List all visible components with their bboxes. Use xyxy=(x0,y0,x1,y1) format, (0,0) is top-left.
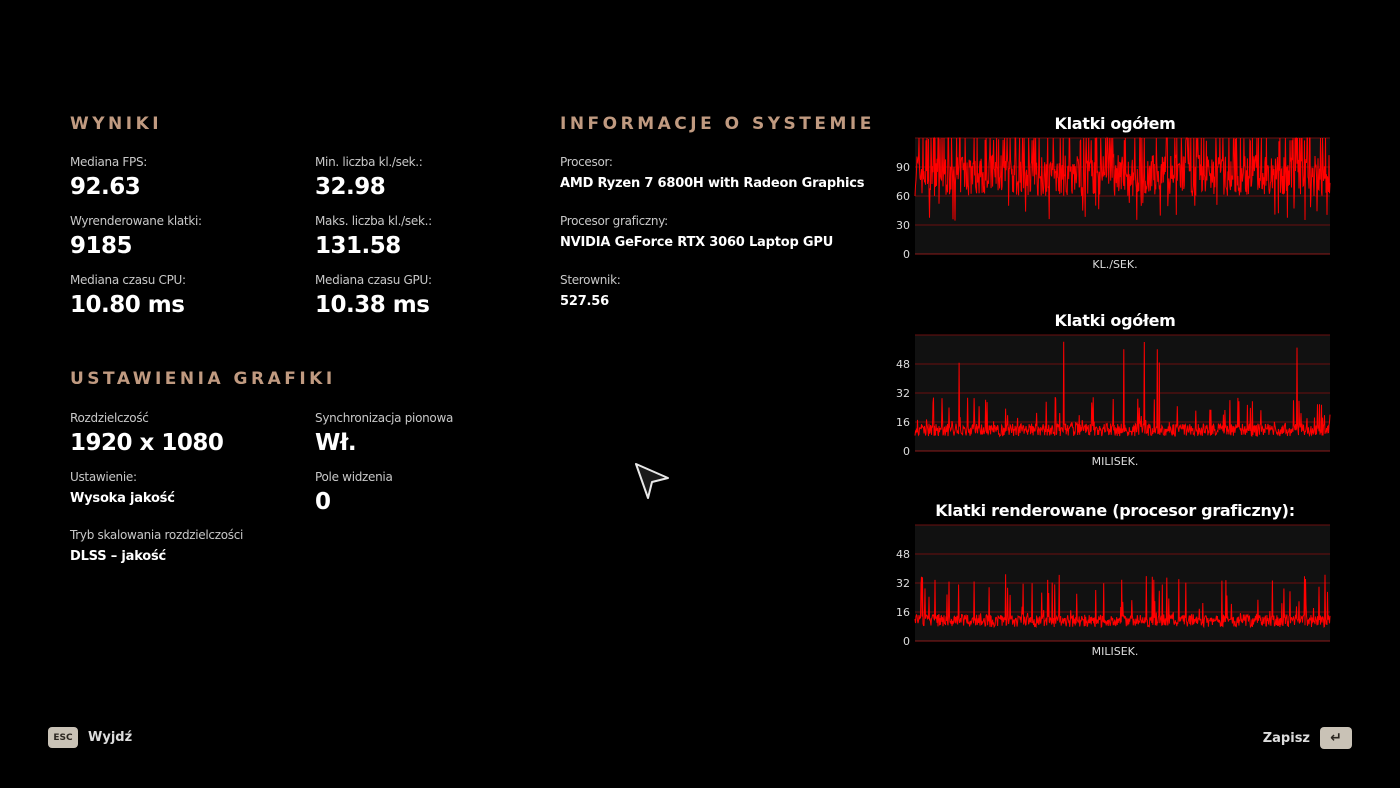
setting-upscaling: Tryb skalowania rozdzielczości DLSS – ja… xyxy=(70,528,243,566)
system-driver: Sterownik: 527.56 xyxy=(560,273,621,311)
chart-title: Klatki ogółem xyxy=(1054,114,1176,133)
setting-fov: Pole widzenia 0 xyxy=(315,470,393,516)
stat-label: Wyrenderowane klatki: xyxy=(70,214,202,228)
stat-max-fps: Maks. liczba kl./sek.: 131.58 xyxy=(315,214,432,260)
y-tick-label: 48 xyxy=(896,358,910,371)
esc-key-icon: ESC xyxy=(48,727,78,748)
y-tick-label: 30 xyxy=(896,219,910,232)
setting-resolution: Rozdzielczość 1920 x 1080 xyxy=(70,411,224,457)
exit-button[interactable]: ESC Wyjdź xyxy=(48,727,132,748)
stat-min-fps: Min. liczba kl./sek.: 32.98 xyxy=(315,155,423,201)
setting-value: Wysoka jakość xyxy=(70,491,175,506)
chart-plot: 0306090 xyxy=(896,136,1331,261)
chart-xlabel: KL./SEK. xyxy=(1092,258,1138,271)
system-label: Sterownik: xyxy=(560,273,621,287)
stat-value: 9185 xyxy=(70,233,133,259)
stat-label: Mediana czasu GPU: xyxy=(315,273,432,287)
setting-label: Rozdzielczość xyxy=(70,411,149,425)
stat-value: 131.58 xyxy=(315,233,401,259)
stat-value: 92.63 xyxy=(70,174,141,200)
exit-label: Wyjdź xyxy=(88,730,133,745)
system-gpu: Procesor graficzny: NVIDIA GeForce RTX 3… xyxy=(560,214,833,252)
system-value: NVIDIA GeForce RTX 3060 Laptop GPU xyxy=(560,235,834,250)
chart-plot: 0163248 xyxy=(896,334,1331,458)
setting-preset: Ustawienie: Wysoka jakość xyxy=(70,470,175,508)
setting-label: Synchronizacja pionowa xyxy=(315,411,454,425)
y-tick-label: 48 xyxy=(896,548,910,561)
setting-value: 1920 x 1080 xyxy=(70,430,224,456)
system-title: INFORMACJE O SYSTEMIE xyxy=(560,114,875,134)
chart-title: Klatki renderowane (procesor graficzny): xyxy=(935,501,1295,520)
stat-label: Min. liczba kl./sek.: xyxy=(315,155,423,169)
setting-value: Wł. xyxy=(315,430,357,456)
stat-value: 10.80 ms xyxy=(70,292,185,318)
setting-label: Ustawienie: xyxy=(70,470,137,484)
chart-xlabel: MILISEK. xyxy=(1091,455,1139,468)
stat-label: Maks. liczba kl./sek.: xyxy=(315,214,432,228)
cursor-arrow-icon xyxy=(632,462,672,506)
y-tick-label: 16 xyxy=(896,606,910,619)
setting-value: 0 xyxy=(315,489,331,515)
y-tick-label: 90 xyxy=(896,161,910,174)
save-button[interactable]: Zapisz ↵ xyxy=(1263,727,1352,749)
chart-plot: 0163248 xyxy=(896,524,1331,648)
chart-total-frames-ms: Klatki ogółem 0 16 32 48 MILISEK. xyxy=(890,311,1340,476)
stat-value: 10.38 ms xyxy=(315,292,430,318)
y-tick-label: 60 xyxy=(896,190,910,203)
system-value: AMD Ryzen 7 6800H with Radeon Graphics xyxy=(560,176,865,191)
enter-key-icon: ↵ xyxy=(1320,727,1352,749)
setting-label: Pole widzenia xyxy=(315,470,393,484)
system-label: Procesor: xyxy=(560,155,613,169)
setting-value: DLSS – jakość xyxy=(70,549,167,564)
stat-rendered-frames: Wyrenderowane klatki: 9185 xyxy=(70,214,202,260)
graphics-title: USTAWIENIA GRAFIKI xyxy=(70,369,336,389)
system-cpu: Procesor: AMD Ryzen 7 6800H with Radeon … xyxy=(560,155,865,193)
chart-title: Klatki ogółem xyxy=(1054,311,1176,330)
chart-xlabel: MILISEK. xyxy=(1091,645,1139,658)
stat-label: Mediana czasu CPU: xyxy=(70,273,186,287)
stat-value: 32.98 xyxy=(315,174,386,200)
chart-total-frames-fps: Klatki ogółem 0 30 60 90 KL./SEK. xyxy=(890,114,1340,279)
chart-gpu-rendered-frames: Klatki renderowane (procesor graficzny):… xyxy=(890,501,1340,666)
y-tick-label: 16 xyxy=(896,416,910,429)
results-title: WYNIKI xyxy=(70,114,163,134)
system-value: 527.56 xyxy=(560,294,609,309)
setting-label: Tryb skalowania rozdzielczości xyxy=(70,528,244,542)
setting-vsync: Synchronizacja pionowa Wł. xyxy=(315,411,453,457)
stat-median-cpu: Mediana czasu CPU: 10.80 ms xyxy=(70,273,186,319)
y-tick-label: 32 xyxy=(896,387,910,400)
save-label: Zapisz xyxy=(1262,730,1310,746)
stat-label: Mediana FPS: xyxy=(70,155,148,169)
y-tick-label: 32 xyxy=(896,577,910,590)
stat-median-fps: Mediana FPS: 92.63 xyxy=(70,155,147,201)
stat-median-gpu: Mediana czasu GPU: 10.38 ms xyxy=(315,273,432,319)
system-label: Procesor graficzny: xyxy=(560,214,668,228)
